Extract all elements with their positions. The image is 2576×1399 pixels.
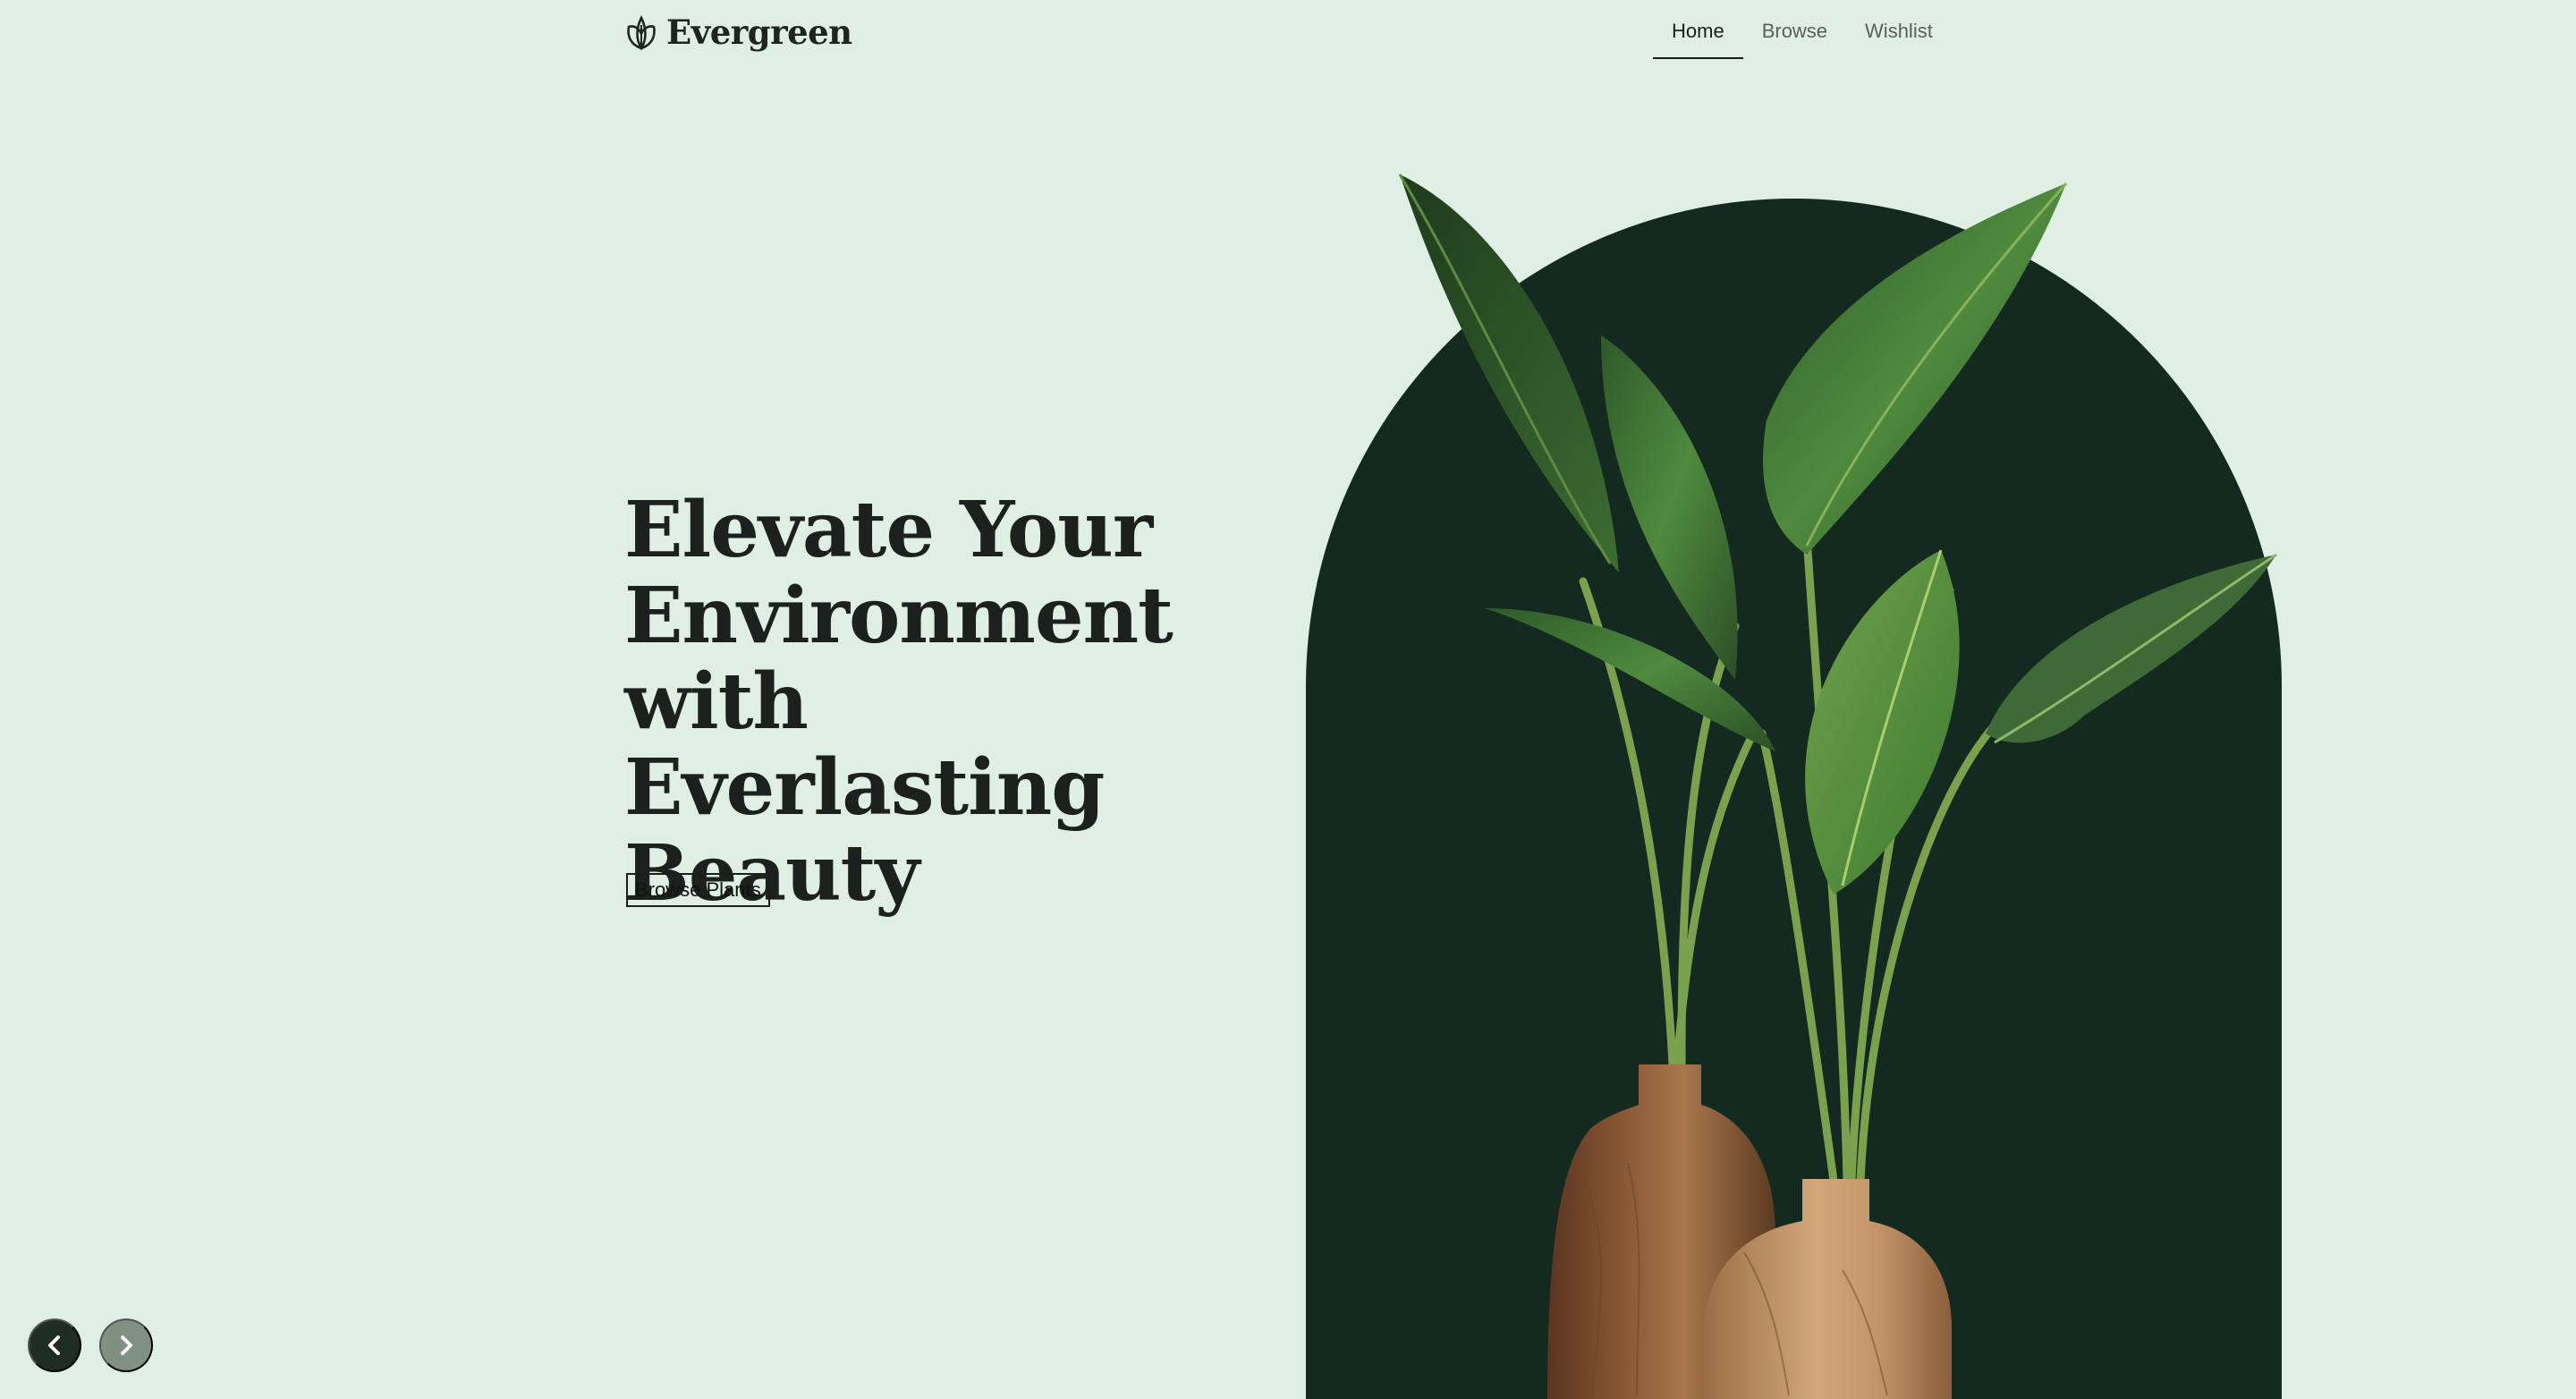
hero-arch [1306, 199, 2282, 1399]
site-header: Evergreen Home Browse Wishlist [0, 0, 2576, 72]
chevron-left-icon [48, 1335, 60, 1355]
carousel-prev-button[interactable] [28, 1318, 81, 1372]
brand-logo[interactable]: Evergreen [623, 13, 852, 52]
leaf-icon [627, 15, 656, 51]
hero-title-line: with Everlasting [624, 657, 1105, 833]
browse-plants-button[interactable]: Browse Plants [626, 873, 770, 907]
brand-name: Evergreen [666, 13, 852, 52]
nav-item-browse[interactable]: Browse [1743, 0, 1846, 59]
carousel-next-button[interactable] [99, 1318, 153, 1372]
hero-title-line: Environment [624, 571, 1174, 661]
chevron-right-icon [121, 1335, 132, 1355]
hero-title-line: Elevate Your [624, 485, 1153, 575]
nav-item-home[interactable]: Home [1653, 0, 1743, 59]
main-nav: Home Browse Wishlist [1653, 0, 1952, 59]
hero-title: Elevate Your Environment with Everlastin… [624, 488, 1268, 917]
nav-item-wishlist[interactable]: Wishlist [1846, 0, 1952, 59]
